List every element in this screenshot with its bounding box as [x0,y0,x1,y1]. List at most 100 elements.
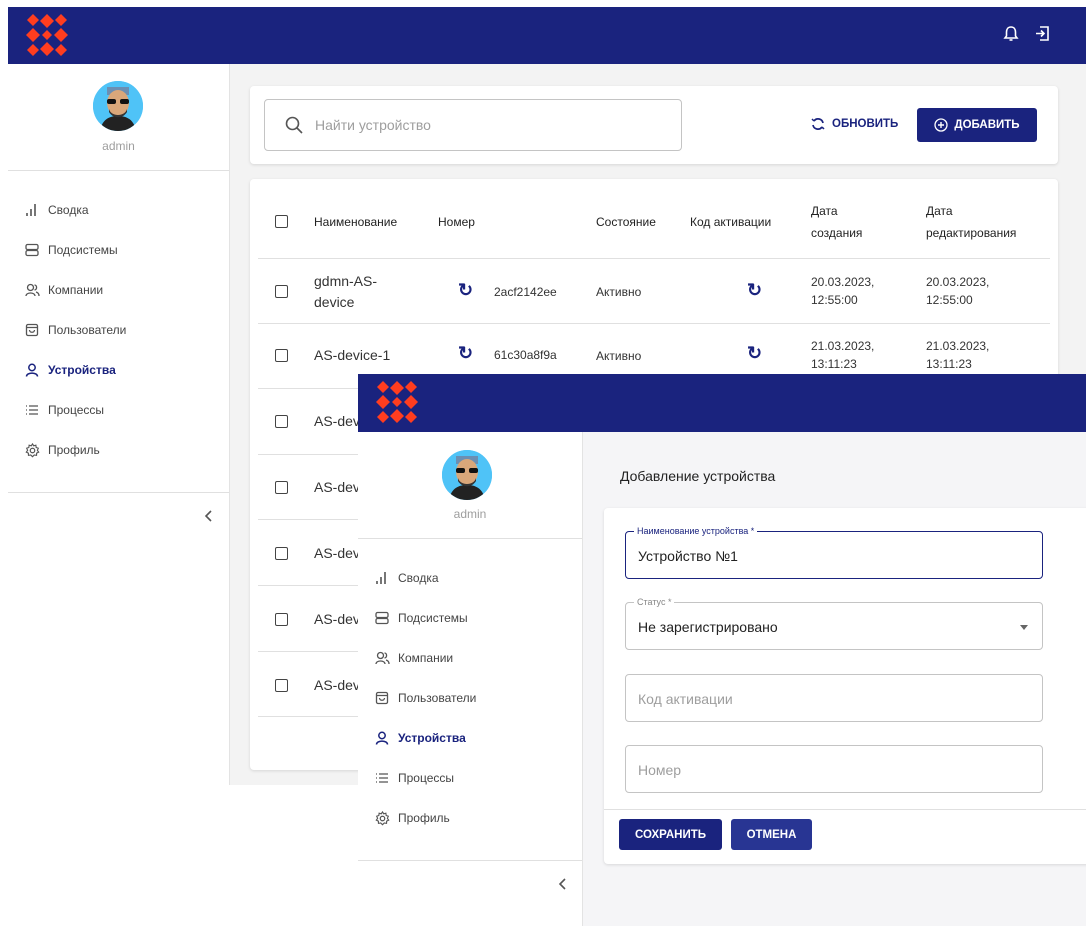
bell-icon[interactable] [1003,25,1019,43]
avatar-image [442,450,492,500]
sidebar-item-devices[interactable]: Устройства [374,726,466,750]
person-icon [24,362,40,378]
refresh-activation-icon[interactable]: ↻ [747,343,762,364]
device-name-label: Наименование устройства * [634,525,758,537]
column-header-edited-line1[interactable]: Дата [926,201,953,221]
sidebar: admin Сводка Подсистемы Компании Пользов… [8,64,230,785]
edited-date: 20.03.2023, [926,275,990,289]
form-title: Добавление устройства [620,468,776,484]
activation-code-placeholder: Код активации [638,691,733,707]
chevron-left-icon[interactable] [204,509,214,525]
sidebar-item-profile[interactable]: Профиль [24,438,100,462]
add-circle-icon [934,118,949,132]
row-checkbox[interactable] [275,547,288,560]
row-checkbox[interactable] [275,415,288,428]
number-placeholder: Номер [638,762,682,778]
device-number: 61c30a8f9a [494,348,557,362]
bar-chart-icon [24,202,40,218]
column-header-created-line1[interactable]: Дата [811,201,838,221]
status-select[interactable]: Статус * Не зарегистрировано [625,596,1043,650]
add-device-form: Наименование устройства * Устройство №1 … [604,508,1086,864]
refresh-button[interactable]: ОБНОВИТЬ [810,117,898,131]
sidebar-item-dashboard[interactable]: Сводка [24,198,89,222]
row-checkbox[interactable] [275,481,288,494]
sidebar-item-label: Сводка [398,571,439,585]
column-header-state[interactable]: Состояние [596,212,656,232]
app-header [358,374,1086,432]
column-header-created-line2[interactable]: создания [811,223,862,243]
sidebar-item-companies[interactable]: Компании [374,646,453,670]
row-divider [258,258,1050,259]
avatar[interactable] [93,81,143,131]
add-device-window: admin Сводка Подсистемы Компании Пользов… [358,374,1086,926]
avatar[interactable] [442,450,492,500]
sidebar-item-label: Устройства [398,731,466,745]
toolbar-card: Найти устройство ОБНОВИТЬ ДОБАВИТЬ [250,86,1058,164]
row-checkbox[interactable] [275,613,288,626]
person-icon [374,730,390,746]
sidebar-divider [358,538,582,539]
people-icon [24,282,40,298]
sidebar-item-subsystems[interactable]: Подсистемы [24,238,118,262]
sync-icon [811,118,825,130]
device-name-value: Устройство №1 [638,548,738,564]
status-value: Не зарегистрировано [638,619,778,635]
device-name-field[interactable]: Наименование устройства * Устройство №1 [625,525,1043,579]
sidebar-item-devices[interactable]: Устройства [24,358,116,382]
device-name: AS-dev [314,545,360,561]
sidebar-item-label: Устройства [48,363,116,377]
refresh-number-icon[interactable]: ↻ [458,280,473,301]
sidebar-item-label: Подсистемы [48,243,118,257]
device-name-line2: device [314,294,355,310]
username: admin [453,507,487,521]
sidebar-item-label: Профиль [398,811,450,825]
people-icon [374,650,390,666]
edited-time: 13:11:23 [926,357,972,371]
sidebar-item-subsystems[interactable]: Подсистемы [374,606,468,630]
row-checkbox[interactable] [275,285,288,298]
column-header-edited-line2[interactable]: редактирования [926,223,1016,243]
row-checkbox[interactable] [275,349,288,362]
sidebar-item-label: Профиль [48,443,100,457]
sidebar-item-processes[interactable]: Процессы [374,766,454,790]
select-all-checkbox[interactable] [275,215,288,228]
add-label: ДОБАВИТЬ [954,119,1020,131]
device-name: AS-dev [314,611,360,627]
bag-icon [374,690,390,706]
device-number: 2acf2142ee [494,285,557,299]
chevron-left-icon[interactable] [558,877,568,893]
sidebar-item-dashboard[interactable]: Сводка [374,566,439,590]
sidebar-item-label: Компании [48,283,104,297]
cancel-button[interactable]: ОТМЕНА [731,819,812,850]
refresh-number-icon[interactable]: ↻ [458,343,473,364]
sidebar-item-label: Сводка [48,203,89,217]
search-input[interactable]: Найти устройство [264,99,682,151]
column-header-number[interactable]: Номер [438,212,475,232]
gear-icon [24,442,40,458]
logo-icon [376,381,418,423]
servers-icon [374,610,390,626]
sidebar-item-label: Пользователи [398,691,477,705]
sidebar-item-companies[interactable]: Компании [24,278,103,302]
sidebar-item-profile[interactable]: Профиль [374,806,450,830]
number-field[interactable]: Номер [625,745,1043,793]
save-button[interactable]: СОХРАНИТЬ [619,819,722,850]
logout-icon[interactable] [1034,25,1051,42]
created-time: 12:55:00 [811,293,858,307]
created-time: 13:11:23 [811,357,857,371]
refresh-activation-icon[interactable]: ↻ [747,280,762,301]
row-divider [258,323,1050,324]
sidebar-item-users[interactable]: Пользователи [24,318,126,342]
column-header-activation-code[interactable]: Код активации [690,212,771,232]
sidebar-item-users[interactable]: Пользователи [374,686,476,710]
sidebar-item-label: Процессы [398,771,455,785]
app-header [8,7,1086,64]
column-header-name[interactable]: Наименование [314,212,397,232]
sidebar-item-processes[interactable]: Процессы [24,398,104,422]
logo-icon [26,14,68,56]
row-checkbox[interactable] [275,679,288,692]
list-icon [374,770,390,786]
bar-chart-icon [374,570,390,586]
activation-code-field[interactable]: Код активации [625,674,1043,722]
add-button[interactable]: ДОБАВИТЬ [917,108,1037,142]
